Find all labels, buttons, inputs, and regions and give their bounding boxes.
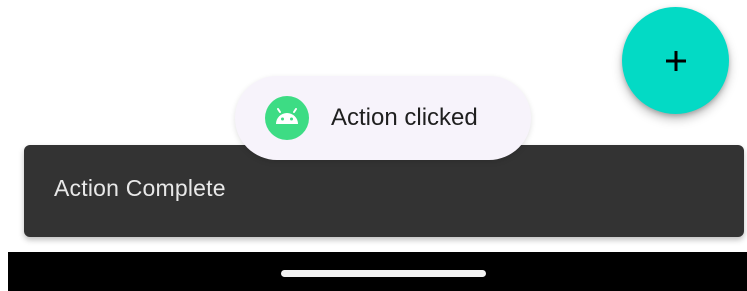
home-gesture-handle[interactable] [281, 270, 486, 277]
android-app-icon [265, 96, 309, 140]
add-fab-button[interactable] [622, 7, 729, 114]
plus-icon [665, 50, 686, 71]
snackbar-message: Action Complete [54, 175, 226, 201]
toast: Action clicked [235, 76, 531, 160]
toast-message: Action clicked [331, 104, 478, 131]
system-navigation-bar [8, 252, 747, 291]
